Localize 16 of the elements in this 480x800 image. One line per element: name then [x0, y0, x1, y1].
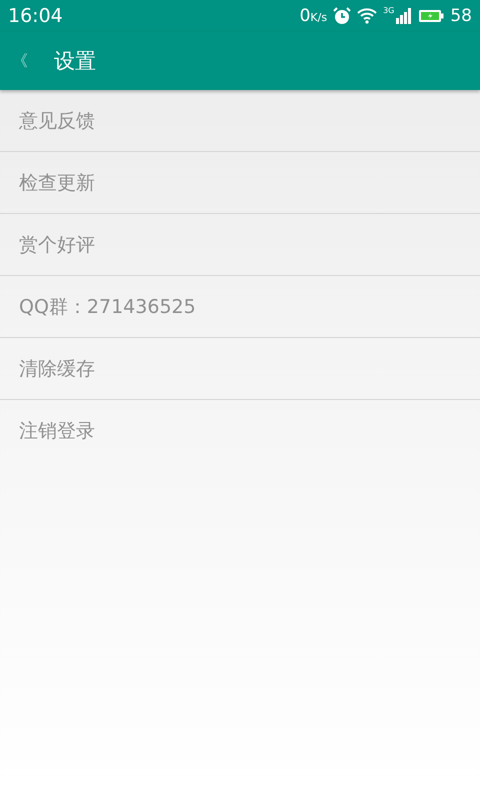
menu-item[interactable]: 意见反馈	[0, 90, 480, 152]
network-type: 3G	[383, 6, 394, 15]
menu-item[interactable]: QQ群：271436525	[0, 276, 480, 338]
status-time: 16:04	[8, 5, 64, 27]
menu-item[interactable]: 注销登录	[0, 400, 480, 461]
back-button[interactable]: 《	[12, 50, 28, 72]
menu-item[interactable]: 赏个好评	[0, 214, 480, 276]
menu-item[interactable]: 清除缓存	[0, 338, 480, 400]
battery-icon	[418, 9, 444, 23]
wifi-icon	[357, 8, 378, 24]
network-speed: 0K/s	[300, 6, 328, 26]
battery-percentage: 58	[450, 6, 472, 26]
alarm-clock-icon	[333, 7, 352, 25]
menu-item[interactable]: 检查更新	[0, 152, 480, 214]
page-title: 设置	[54, 48, 96, 75]
signal-icon	[396, 8, 412, 24]
